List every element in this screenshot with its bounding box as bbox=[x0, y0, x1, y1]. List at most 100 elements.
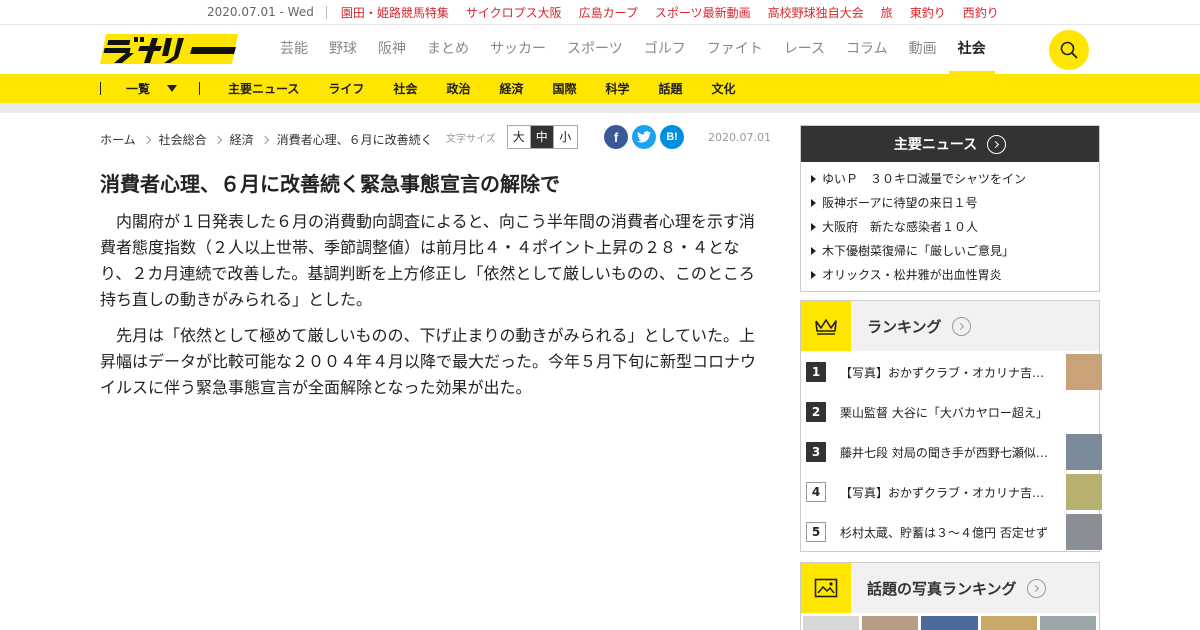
subnav-divider bbox=[100, 82, 101, 95]
subnav-seiji[interactable]: 政治 bbox=[446, 80, 470, 97]
rank-number: 4 bbox=[806, 482, 826, 502]
list-item[interactable]: 大阪府 新たな感染者１０人 bbox=[811, 215, 1099, 239]
triangle-right-icon bbox=[811, 247, 816, 255]
main-news-header[interactable]: 主要ニュース bbox=[801, 126, 1099, 162]
nav-yakyu[interactable]: 野球 bbox=[329, 25, 357, 74]
photo-ranking-header[interactable]: 話題の写真ランキング bbox=[801, 563, 1099, 613]
photo-ranking-title: 話題の写真ランキング bbox=[867, 579, 1017, 598]
photo-thumbnail[interactable] bbox=[803, 616, 860, 630]
ranking-thumbnail[interactable] bbox=[1066, 354, 1102, 390]
subnav-shakai[interactable]: 社会 bbox=[393, 80, 417, 97]
daily-logo[interactable] bbox=[100, 32, 240, 66]
news-headline: 阪神ボーアに待望の来日１号 bbox=[822, 196, 978, 210]
nav-column[interactable]: コラム bbox=[846, 25, 888, 74]
top-link-sports-video[interactable]: スポーツ最新動画 bbox=[655, 4, 751, 21]
top-link-keiba[interactable]: 園田・姫路競馬特集 bbox=[341, 4, 449, 21]
caret-down-icon bbox=[167, 85, 178, 92]
top-bar-divider bbox=[325, 5, 327, 19]
subnav-bunka[interactable]: 文化 bbox=[712, 80, 736, 97]
subnav-life[interactable]: ライフ bbox=[328, 80, 364, 97]
ranking-item[interactable]: 5 杉村太蔵、貯蓄は３～４億円 否定せず bbox=[806, 512, 1102, 552]
top-link-tabi[interactable]: 旅 bbox=[881, 4, 893, 21]
share-buttons: f B! bbox=[604, 125, 688, 149]
rank-number: 3 bbox=[806, 442, 826, 462]
ranking-header[interactable]: ランキング bbox=[801, 301, 1099, 351]
font-size-control: 文字サイズ 大 中 小 bbox=[446, 125, 578, 149]
photo-thumbnail[interactable] bbox=[862, 616, 919, 630]
subnav-all-label: 一覧 bbox=[126, 82, 151, 96]
main-news-title: 主要ニュース bbox=[893, 137, 978, 153]
subnav-keizai[interactable]: 経済 bbox=[499, 80, 523, 97]
nav-golf[interactable]: ゴルフ bbox=[644, 25, 686, 74]
list-item[interactable]: 木下優樹菜復帰に「厳しいご意見」 bbox=[811, 239, 1099, 263]
article-paragraph: 内閣府が１日発表した６月の消費動向調査によると、向こう半年間の消費者心理を示す消… bbox=[100, 212, 755, 309]
ranking-title: ランキング bbox=[867, 317, 942, 336]
top-link-koukou-yakyu[interactable]: 高校野球独自大会 bbox=[768, 4, 864, 21]
photo-thumbnail[interactable] bbox=[980, 616, 1037, 630]
ranking-thumbnail[interactable] bbox=[1066, 474, 1102, 510]
breadcrumb-shakai-sougou[interactable]: 社会総合 bbox=[159, 131, 207, 148]
top-link-carp[interactable]: 広島カープ bbox=[579, 4, 638, 21]
nav-soccer[interactable]: サッカー bbox=[490, 25, 546, 74]
subnav-shuyou-news[interactable]: 主要ニュース bbox=[228, 80, 299, 97]
twitter-share-button[interactable] bbox=[632, 125, 656, 149]
circle-arrow-right-icon bbox=[1026, 578, 1046, 598]
font-size-small-button[interactable]: 小 bbox=[554, 126, 577, 148]
search-button[interactable] bbox=[1049, 30, 1089, 70]
font-size-medium-button[interactable]: 中 bbox=[530, 126, 554, 148]
top-bar: 2020.07.01 - Wed 園田・姫路競馬特集 サイクロプス大阪 広島カー… bbox=[0, 0, 1200, 25]
font-size-options: 大 中 小 bbox=[506, 125, 578, 149]
ranking-box: ランキング 1 【写真】おかずクラブ・オカリナ吉岡里帆風 2 栗山監督 大谷に「大バカ… bbox=[800, 300, 1102, 552]
subnav-kokusai[interactable]: 国際 bbox=[552, 80, 576, 97]
font-size-large-button[interactable]: 大 bbox=[508, 126, 531, 148]
ranking-thumbnail[interactable] bbox=[1066, 434, 1102, 470]
nav-race[interactable]: レース bbox=[784, 25, 825, 74]
top-link-nishi-tsuri[interactable]: 西釣り bbox=[963, 4, 999, 21]
circle-arrow-right-icon bbox=[987, 134, 1007, 154]
subnav-all-dropdown[interactable]: 一覧 bbox=[126, 80, 178, 97]
list-item[interactable]: オリックス・松井雅が出血性胃炎 bbox=[811, 263, 1099, 287]
image-icon bbox=[801, 563, 851, 613]
ranking-item[interactable]: 1 【写真】おかずクラブ・オカリナ吉岡里帆風 bbox=[806, 352, 1102, 392]
nav-shakai[interactable]: 社会 bbox=[948, 25, 995, 74]
list-item[interactable]: ゆいＰ ３０キロ減量でシャツをイン bbox=[811, 167, 1099, 191]
site-header: 芸能 野球 阪神 まとめ サッカー スポーツ ゴルフ ファイト レース コラム … bbox=[0, 25, 1200, 74]
triangle-right-icon bbox=[811, 175, 816, 183]
news-headline: 大阪府 新たな感染者１０人 bbox=[822, 220, 979, 234]
nav-douga[interactable]: 動画 bbox=[909, 25, 937, 74]
hatena-bookmark-button[interactable]: B! bbox=[660, 125, 684, 149]
facebook-share-button[interactable]: f bbox=[604, 125, 628, 149]
subnav-wadai[interactable]: 話題 bbox=[659, 80, 683, 97]
nav-hanshin[interactable]: 阪神 bbox=[378, 25, 406, 74]
ranking-thumbnail[interactable] bbox=[1066, 514, 1102, 550]
ranking-headline: 【写真】おかずクラブ・オカリナ吉岡里帆風 bbox=[840, 365, 1048, 380]
list-item[interactable]: 阪神ボーアに待望の来日１号 bbox=[811, 191, 1099, 215]
crown-icon bbox=[801, 301, 851, 351]
ranking-item[interactable]: 3 藤井七段 対局の聞き手が西野七瀬似と話題 bbox=[806, 432, 1102, 472]
main-news-box: 主要ニュース ゆいＰ ３０キロ減量でシャツをイン 阪神ボーアに待望の来日１号 大… bbox=[800, 125, 1100, 292]
header-separator bbox=[0, 103, 1200, 113]
nav-fight[interactable]: ファイト bbox=[707, 25, 763, 74]
news-headline: 木下優樹菜復帰に「厳しいご意見」 bbox=[822, 244, 1015, 258]
subnav-kagaku[interactable]: 科学 bbox=[605, 80, 629, 97]
ranking-item[interactable]: 2 栗山監督 大谷に「大バカヤロー超え」 bbox=[806, 392, 1099, 432]
nav-sports[interactable]: スポーツ bbox=[567, 25, 623, 74]
current-date: 2020.07.01 - Wed bbox=[207, 5, 314, 19]
article-paragraph: 先月は「依然として極めて厳しいものの、下げ止まりの動きがみられる」としていた。上… bbox=[100, 326, 757, 397]
photo-thumbnail[interactable] bbox=[921, 616, 978, 630]
rank-number: 1 bbox=[806, 362, 826, 382]
ranking-headline: 杉村太蔵、貯蓄は３～４億円 否定せず bbox=[840, 525, 1048, 540]
top-link-higashi-tsuri[interactable]: 東釣り bbox=[910, 4, 946, 21]
nav-geinou[interactable]: 芸能 bbox=[280, 25, 308, 74]
ranking-item[interactable]: 4 【写真】おかずクラブ・オカリナ吉岡里帆風 bbox=[806, 472, 1102, 512]
article-date: 2020.07.01 bbox=[708, 131, 771, 144]
breadcrumb-home[interactable]: ホーム bbox=[100, 131, 136, 148]
top-link-cyclops[interactable]: サイクロプス大阪 bbox=[466, 4, 562, 21]
chevron-right-icon bbox=[213, 135, 222, 144]
rank-number: 2 bbox=[806, 402, 826, 422]
photo-thumbnail[interactable] bbox=[1039, 616, 1097, 630]
nav-matome[interactable]: まとめ bbox=[427, 25, 469, 74]
article-body: 内閣府が１日発表した６月の消費動向調査によると、向こう半年間の消費者心理を示す消… bbox=[100, 209, 760, 411]
article-title: 消費者心理、６月に改善続く緊急事態宣言の解除で bbox=[100, 172, 560, 196]
breadcrumb-keizai[interactable]: 経済 bbox=[230, 131, 254, 148]
